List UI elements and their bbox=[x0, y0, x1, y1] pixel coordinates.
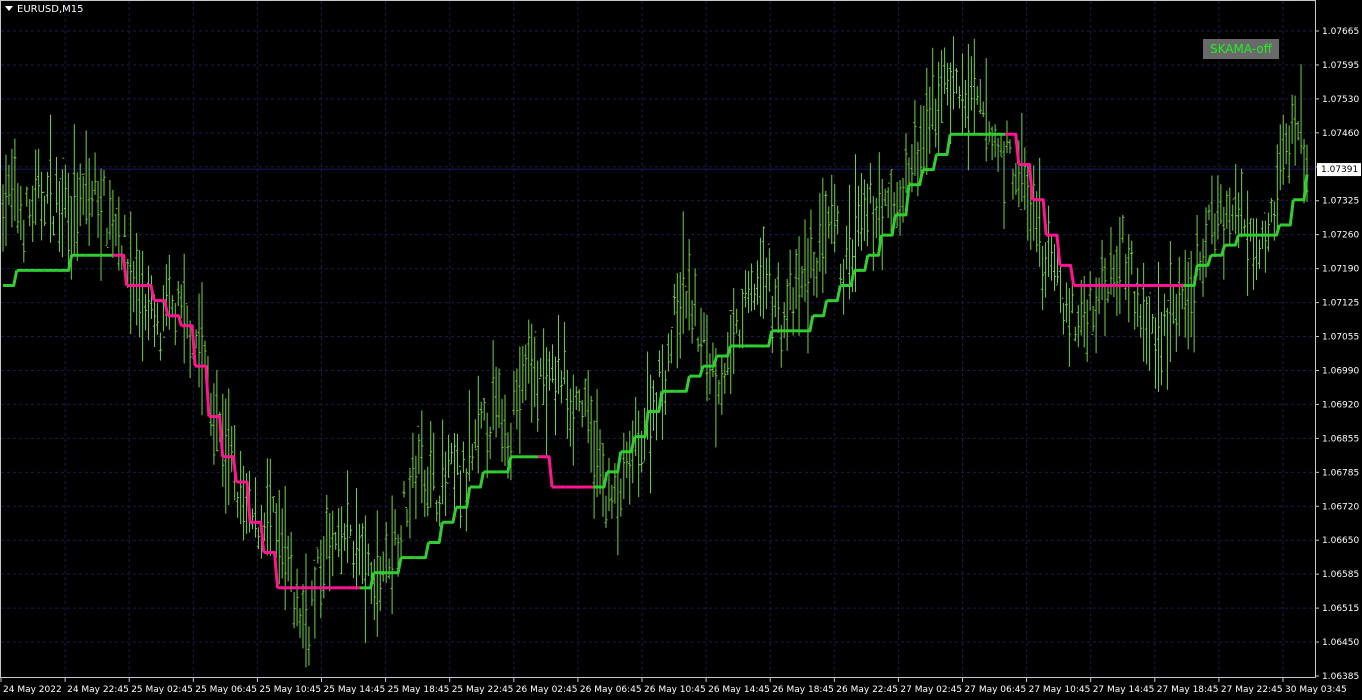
y-tick-label: 1.07665 bbox=[1322, 27, 1359, 37]
indicator-toggle-button[interactable]: SKAMA-off bbox=[1203, 39, 1279, 59]
x-tick-label: 26 May 22:45 bbox=[836, 685, 898, 695]
y-tick-label: 1.07125 bbox=[1322, 299, 1359, 309]
y-tick-label: 1.06515 bbox=[1322, 604, 1359, 614]
y-tick-label: 1.07530 bbox=[1322, 95, 1359, 105]
current-price-label: 1.07391 bbox=[1321, 165, 1358, 175]
y-tick-label: 1.07595 bbox=[1322, 61, 1359, 71]
y-tick-label: 1.07190 bbox=[1322, 265, 1359, 275]
x-tick-label: 25 May 14:45 bbox=[324, 685, 386, 695]
x-tick-label: 27 May 10:45 bbox=[1029, 685, 1091, 695]
plot-frame bbox=[0, 0, 1316, 678]
x-tick-label: 27 May 02:45 bbox=[900, 685, 962, 695]
chart-window: 1.07665 1.07595 1.07530 1.07460 1.07391 1.073… bbox=[0, 0, 1362, 700]
symbol-text: EURUSD,M15 bbox=[17, 4, 84, 15]
y-tick-label: 1.06920 bbox=[1322, 400, 1359, 410]
x-tick-label: 25 May 02:45 bbox=[131, 685, 193, 695]
x-tick-label: 26 May 18:45 bbox=[772, 685, 834, 695]
y-tick-label: 1.06720 bbox=[1322, 502, 1359, 512]
symbol-timeframe-label[interactable]: EURUSD,M15 bbox=[5, 4, 83, 16]
y-tick-label: 1.06785 bbox=[1322, 468, 1359, 478]
current-price-marker: 1.07391 bbox=[1317, 163, 1361, 177]
dropdown-triangle-icon[interactable] bbox=[5, 5, 13, 11]
y-tick-label: 1.07460 bbox=[1322, 129, 1359, 139]
indicator-toggle-label: SKAMA-off bbox=[1210, 42, 1272, 56]
y-axis: 1.07665 1.07595 1.07530 1.07460 1.07391 1.073… bbox=[1315, 27, 1359, 682]
x-tick-label: 27 May 06:45 bbox=[965, 685, 1027, 695]
x-tick-label: 25 May 22:45 bbox=[452, 685, 514, 695]
x-tick-label: 24 May 2022 bbox=[3, 685, 62, 695]
x-tick-label: 27 May 14:45 bbox=[1093, 685, 1155, 695]
y-tick-label: 1.06855 bbox=[1322, 434, 1359, 444]
x-tick-label: 24 May 22:45 bbox=[67, 685, 129, 695]
x-tick-label: 25 May 06:45 bbox=[195, 685, 257, 695]
y-tick-label: 1.07260 bbox=[1322, 231, 1359, 241]
y-tick-label: 1.06990 bbox=[1322, 366, 1359, 376]
x-tick-label: 26 May 14:45 bbox=[708, 685, 770, 695]
x-tick-label: 25 May 10:45 bbox=[259, 685, 321, 695]
x-tick-label: 26 May 10:45 bbox=[644, 685, 706, 695]
x-tick-label: 25 May 18:45 bbox=[388, 685, 450, 695]
x-tick-label: 30 May 03:45 bbox=[1285, 685, 1347, 695]
y-tick-label: 1.06650 bbox=[1322, 536, 1359, 546]
y-tick-label: 1.07325 bbox=[1322, 197, 1359, 207]
x-axis: 24 May 2022 24 May 22:45 25 May 02:45 25 Ma… bbox=[0, 677, 1347, 695]
y-tick-label: 1.06585 bbox=[1322, 570, 1359, 580]
x-tick-label: 27 May 22:45 bbox=[1221, 685, 1283, 695]
y-tick-label: 1.06450 bbox=[1322, 638, 1359, 648]
x-tick-label: 26 May 02:45 bbox=[516, 685, 578, 695]
y-tick-label: 1.07055 bbox=[1322, 333, 1359, 343]
y-tick-label: 1.06385 bbox=[1322, 672, 1359, 682]
x-tick-label: 27 May 18:45 bbox=[1157, 685, 1219, 695]
x-tick-label: 26 May 06:45 bbox=[580, 685, 642, 695]
